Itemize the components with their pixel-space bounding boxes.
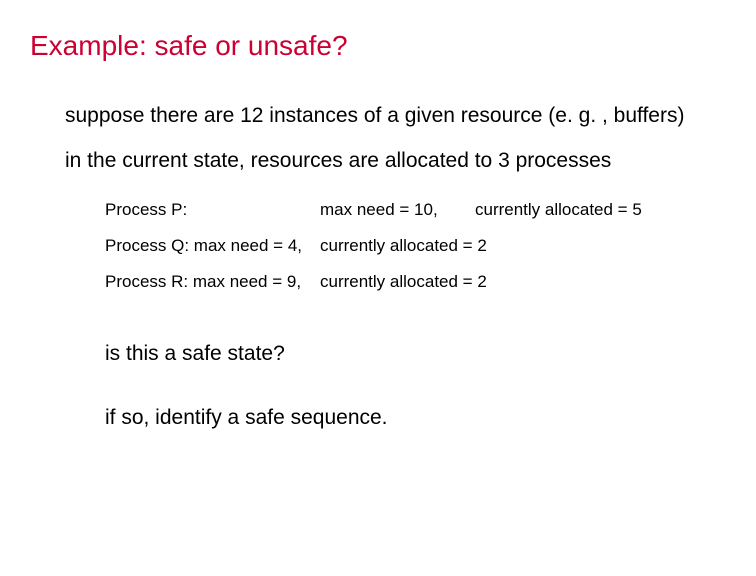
process-q-alloc: currently allocated = 2 — [320, 236, 487, 256]
process-r-label: Process R: max need = 9, — [105, 272, 320, 292]
intro-text-1: suppose there are 12 instances of a give… — [65, 102, 726, 129]
table-row: Process R: max need = 9, currently alloc… — [105, 272, 726, 292]
process-p-label: Process P: — [105, 200, 320, 220]
process-p-alloc: currently allocated = 5 — [475, 200, 726, 220]
slide-title: Example: safe or unsafe? — [30, 30, 726, 62]
process-q-label: Process Q: max need = 4, — [105, 236, 320, 256]
table-row: Process P: max need = 10, currently allo… — [105, 200, 726, 220]
table-row: Process Q: max need = 4, currently alloc… — [105, 236, 726, 256]
question-2: if so, identify a safe sequence. — [105, 406, 726, 430]
intro-text-2: in the current state, resources are allo… — [65, 147, 726, 174]
process-p-max: max need = 10, — [320, 200, 475, 220]
question-1: is this a safe state? — [105, 342, 726, 366]
process-r-alloc: currently allocated = 2 — [320, 272, 487, 292]
process-table: Process P: max need = 10, currently allo… — [105, 200, 726, 292]
